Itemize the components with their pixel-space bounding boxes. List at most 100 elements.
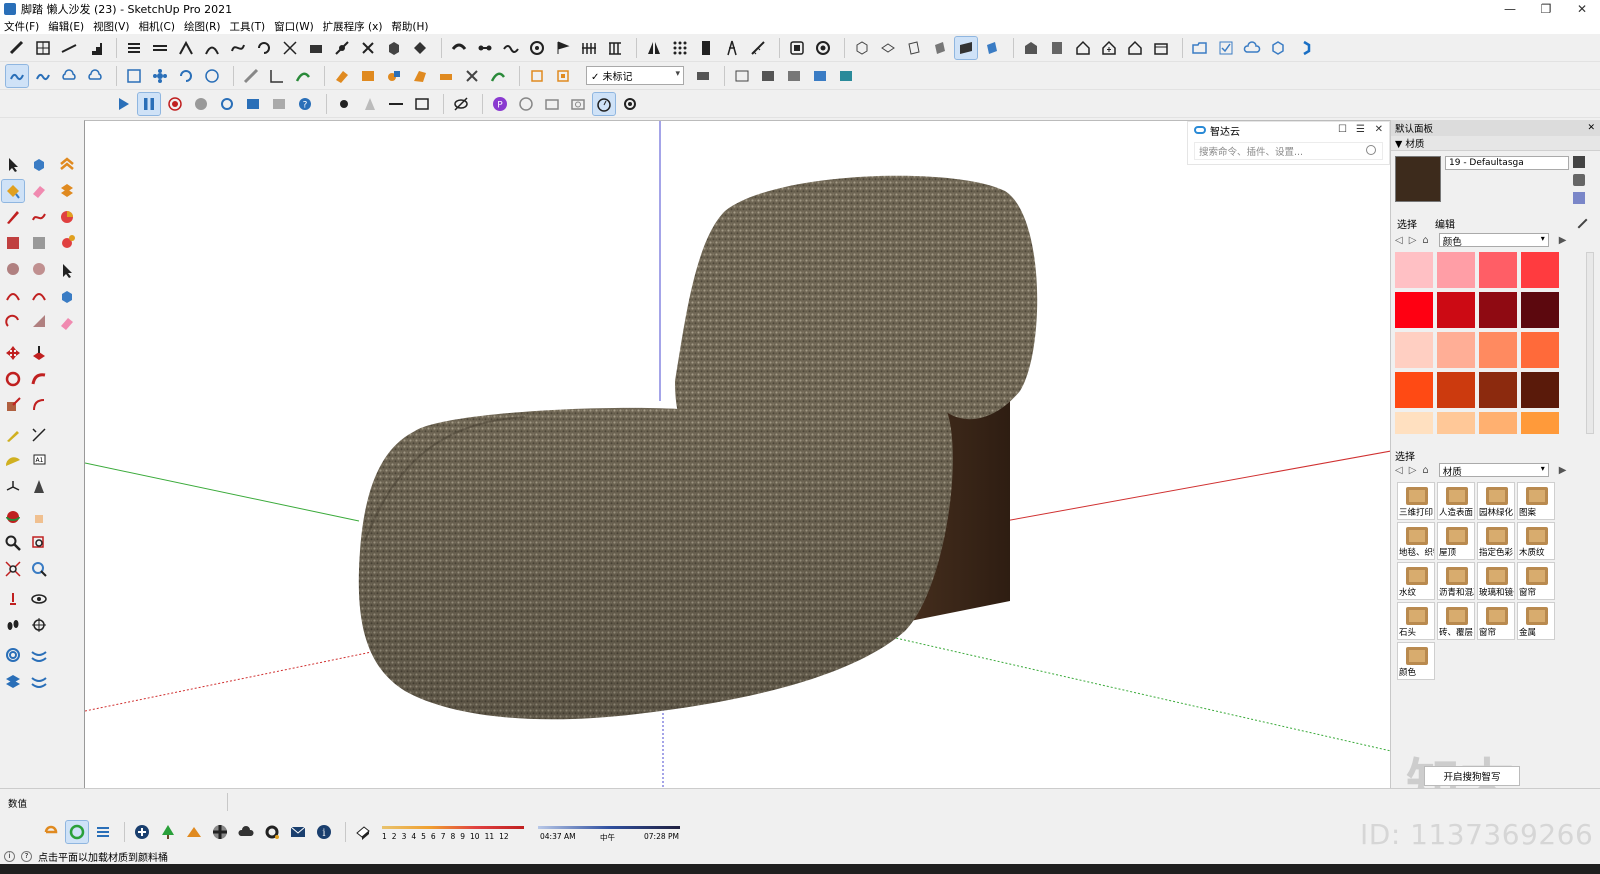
rectangle-icon[interactable] (2, 232, 24, 254)
style-shaded-icon[interactable] (783, 65, 805, 87)
material-folder-item[interactable]: 人造表面 (1437, 482, 1475, 520)
color-swatch[interactable] (1395, 412, 1433, 434)
tab-edit[interactable]: 编辑 (1435, 216, 1455, 231)
smoove-icon[interactable] (2, 670, 24, 692)
color-swatch[interactable] (1395, 332, 1433, 368)
create-material-icon[interactable] (1573, 174, 1585, 186)
color-swatch[interactable] (1479, 292, 1517, 328)
make-component-icon[interactable] (56, 286, 78, 308)
stop-icon[interactable] (190, 93, 212, 115)
two-point-arc-icon[interactable] (28, 284, 50, 306)
extrude-tool-icon[interactable] (305, 37, 327, 59)
tray-close-icon[interactable]: ✕ (1587, 123, 1595, 133)
color-swatch[interactable] (1437, 372, 1475, 408)
sandbox-from-contours-icon[interactable] (2, 644, 24, 666)
record-icon[interactable] (164, 93, 186, 115)
walk-icon[interactable] (2, 614, 24, 636)
camera-frame-icon[interactable] (541, 93, 563, 115)
tree-icon[interactable] (157, 821, 179, 843)
color-swatch[interactable] (1437, 412, 1475, 434)
render-settings-icon[interactable] (216, 93, 238, 115)
settings-tool-icon[interactable] (812, 37, 834, 59)
folder-open-icon[interactable] (1189, 37, 1211, 59)
search-icon[interactable] (1366, 145, 1376, 155)
play-icon[interactable] (112, 93, 134, 115)
view-right-icon[interactable] (929, 37, 951, 59)
cloud-upload-icon[interactable] (1241, 37, 1263, 59)
light-line-icon[interactable] (385, 93, 407, 115)
sync-icon[interactable] (1293, 37, 1315, 59)
color-swatch[interactable] (1521, 372, 1559, 408)
roof-tool-icon[interactable] (183, 821, 205, 843)
model-viewport[interactable] (84, 120, 1390, 788)
sandbox-layers-icon[interactable] (56, 180, 78, 202)
rotate-arc-icon[interactable] (253, 37, 275, 59)
stairs-tool-icon[interactable] (84, 37, 106, 59)
push-pull-plus-icon[interactable] (409, 37, 431, 59)
style-hidden-line-icon[interactable] (757, 65, 779, 87)
three-point-arc-icon[interactable] (2, 310, 24, 332)
details-arrow-icon[interactable]: ▶ (1559, 235, 1567, 246)
color-swatch[interactable] (1395, 372, 1433, 408)
drape-icon[interactable] (28, 670, 50, 692)
shadow-time-slider[interactable]: 04:37 AM 中午 07:28 PM (536, 820, 682, 844)
follow-me-icon[interactable] (292, 65, 314, 87)
position-camera-icon[interactable] (2, 588, 24, 610)
look-around-icon[interactable] (28, 588, 50, 610)
mail-icon[interactable] (287, 821, 309, 843)
material-folder-item[interactable]: 石头 (1397, 602, 1435, 640)
add-circle-icon[interactable] (131, 821, 153, 843)
circle-icon[interactable] (2, 258, 24, 280)
extension-warehouse-icon[interactable] (1046, 37, 1068, 59)
column-tool-icon[interactable] (604, 37, 626, 59)
checker-material-icon[interactable] (209, 821, 231, 843)
color-swatch[interactable] (1437, 292, 1475, 328)
color-swatch[interactable] (1521, 412, 1559, 434)
measurements-input[interactable]: 数值 (4, 793, 228, 811)
refresh-green-icon[interactable] (65, 820, 89, 844)
sofa-3d-model[interactable] (85, 121, 1390, 788)
scale-box-icon[interactable] (123, 65, 145, 87)
ruler-tool-icon[interactable] (747, 37, 769, 59)
shadows-toggle-icon[interactable] (352, 821, 374, 843)
timer-icon[interactable] (592, 91, 616, 116)
warehouse-icon[interactable] (1020, 37, 1042, 59)
cloud-link-icon[interactable] (32, 65, 54, 87)
color-swatch[interactable] (1479, 252, 1517, 288)
sample-paint-icon[interactable] (1570, 211, 1588, 229)
material-folder-item[interactable]: 水纹 (1397, 562, 1435, 600)
color-swatch[interactable] (1437, 332, 1475, 368)
material-library-dropdown[interactable]: 材质 ▾ (1438, 463, 1549, 478)
plugin-e-icon[interactable] (40, 821, 62, 843)
cloud-upload-dark-icon[interactable] (235, 821, 257, 843)
box-orange-icon[interactable] (357, 65, 379, 87)
help-icon[interactable]: ? (294, 93, 316, 115)
style-monochrome-icon[interactable] (835, 65, 857, 87)
light-cone-icon[interactable] (359, 93, 381, 115)
default-material-icon[interactable] (1573, 192, 1585, 204)
section-plane-tool-icon[interactable] (28, 614, 50, 636)
freehand-icon[interactable] (28, 206, 50, 228)
weld-tool-icon[interactable] (331, 37, 353, 59)
cloud-save-icon[interactable] (84, 65, 106, 87)
pan-hand-icon[interactable] (28, 506, 50, 528)
color-library-dropdown[interactable]: 颜色 ▾ (1438, 233, 1549, 248)
color-swatch[interactable] (1395, 252, 1433, 288)
axes-icon[interactable] (2, 476, 24, 498)
dimension-icon[interactable] (28, 424, 50, 446)
status-help-icon[interactable]: ? (21, 850, 32, 862)
arc-icon[interactable] (2, 284, 24, 306)
color-swatch[interactable] (1437, 252, 1475, 288)
section-plane-icon[interactable] (526, 65, 548, 87)
previous-view-icon[interactable] (28, 558, 50, 580)
material-folder-item[interactable]: 颜色 (1397, 642, 1435, 680)
forward-arrow-icon[interactable]: ▷ (1409, 465, 1417, 476)
material-folder-item[interactable]: 三维打印 (1397, 482, 1435, 520)
flower-tool-icon[interactable] (149, 65, 171, 87)
fence-tool-icon[interactable] (578, 37, 600, 59)
checklist-icon[interactable] (1215, 37, 1237, 59)
home-library-icon[interactable]: ⌂ (1422, 465, 1428, 476)
material-folder-item[interactable]: 地毯、织物 (1397, 522, 1435, 560)
refresh-tool-icon[interactable] (175, 65, 197, 87)
materials-panel-header[interactable]: ▼ 材质 (1391, 136, 1600, 151)
